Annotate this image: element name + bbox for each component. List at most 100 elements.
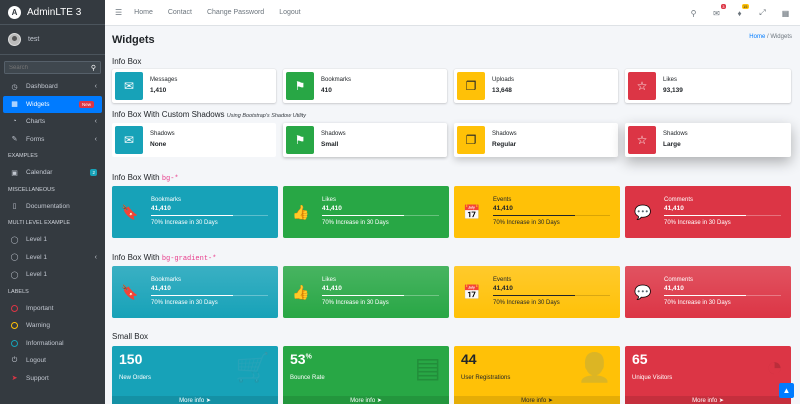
small-box: 53% Bounce Rate ▤ More info ➤ <box>283 346 449 404</box>
circle-info-icon <box>11 339 18 347</box>
back-to-top-button[interactable]: ▲ <box>779 383 794 398</box>
info-box-value: 41,410 <box>664 204 684 212</box>
sidebar-search: ⚲ <box>4 61 101 74</box>
sidebar-item-informational[interactable]: Informational <box>0 335 105 353</box>
sidebar-item-level1[interactable]: ◯ Level 1 ‹ <box>0 249 105 267</box>
expand-icon[interactable]: ⤢ <box>758 8 767 18</box>
section-note: Using Bootstrap's Shadow Utility <box>226 113 307 119</box>
sidebar-item-forms[interactable]: ✎ Forms ‹ <box>0 131 105 149</box>
more-info-link[interactable]: More info ➤ <box>454 396 620 404</box>
comments-icon: 💬 <box>634 283 652 300</box>
small-box-number: 53% <box>290 351 312 367</box>
chevron-left-icon: ‹ <box>94 118 97 126</box>
info-box-value: 410 <box>321 86 332 94</box>
sidebar-item-level1[interactable]: ◯ Level 1 <box>0 231 105 249</box>
info-box: ⚑ Bookmarks 410 <box>283 69 447 103</box>
top-navbar: ☰ Home Contact Change Password Logout ⚲ … <box>105 0 800 26</box>
progress-description: 70% Increase in 30 Days <box>151 220 218 227</box>
nav-link-home[interactable]: Home <box>134 9 153 16</box>
info-box-value: 41,410 <box>493 284 513 292</box>
nav-link-logout[interactable]: Logout <box>279 9 300 16</box>
content-wrapper: Widgets Home / Widgets Info Box ✉ Message… <box>105 26 800 404</box>
user-plus-icon: 👤 <box>577 352 612 383</box>
bg-info-box: 🔖 Bookmarks 41,410 70% Increase in 30 Days <box>112 186 278 238</box>
info-box-label: Comments <box>664 196 694 203</box>
bg-info-box: 📅 Events 41,410 70% Increase in 30 Days <box>454 186 620 238</box>
small-box-label: Unique Visitors <box>632 375 673 381</box>
breadcrumb-home[interactable]: Home <box>749 34 765 40</box>
nav-header-misc: MISCELLANEOUS <box>8 186 55 193</box>
info-box: ✉ Shadows None <box>112 123 276 157</box>
section-title: Info Box With Custom Shadows Using Boots… <box>112 110 306 119</box>
calendar-icon: 📅 <box>463 203 481 220</box>
nav-link-contact[interactable]: Contact <box>168 9 192 16</box>
sidebar-item-label: Documentation <box>26 202 70 210</box>
thumbs-up-icon: 👍 <box>292 203 310 220</box>
sidebar-item-label: Logout <box>26 357 46 365</box>
sidebar-item-label: Dashboard <box>26 83 58 91</box>
grid-icon[interactable]: ▦ <box>781 9 790 18</box>
sidebar-item-charts[interactable]: ◔ Charts ‹ <box>0 113 105 131</box>
search-icon[interactable]: ⚲ <box>689 9 698 18</box>
info-box-label: Events <box>493 276 512 283</box>
section-title: Info Box <box>112 57 142 66</box>
star-icon: ☆ <box>628 72 656 100</box>
progress-bar <box>151 214 268 217</box>
brand-name: AdminLTE 3 <box>27 6 82 18</box>
info-box-value: 41,410 <box>322 284 342 292</box>
thumbs-up-icon: 👍 <box>292 283 310 300</box>
sidebar-item-documentation[interactable]: ▯ Documentation <box>0 198 105 216</box>
envelope-icon: ✉ <box>115 72 143 100</box>
section-code: bg-gradient-* <box>161 255 217 263</box>
circle-icon: ◯ <box>10 271 19 279</box>
small-box-label: Bounce Rate <box>290 375 325 381</box>
sidebar-item-important[interactable]: Important <box>0 300 105 318</box>
comments-icon[interactable]: ✉ 3 <box>712 3 726 18</box>
breadcrumb-current: Widgets <box>770 34 792 40</box>
sidebar-item-warning[interactable]: Warning <box>0 317 105 335</box>
nav-link-change-password[interactable]: Change Password <box>207 9 264 16</box>
shopping-cart-icon: 🛒 <box>235 352 270 383</box>
more-info-link[interactable]: More info ➤ <box>112 396 278 404</box>
sidebar-item-dashboard[interactable]: ◷ Dashboard ‹ <box>0 78 105 96</box>
more-info-link[interactable]: More info ➤ <box>625 396 791 404</box>
search-button[interactable]: ⚲ <box>87 61 101 74</box>
info-box-label: Likes <box>663 76 678 83</box>
notifications-badge: 15 <box>741 3 749 9</box>
info-box-value: None <box>150 140 167 148</box>
breadcrumb: Home / Widgets <box>749 34 792 40</box>
progress-description: 70% Increase in 30 Days <box>322 300 389 307</box>
search-input[interactable] <box>4 61 87 74</box>
sidebar-item-level1[interactable]: ◯ Level 1 <box>0 266 105 284</box>
info-box-value: 41,410 <box>151 284 171 292</box>
small-box: 150 New Orders 🛒 More info ➤ <box>112 346 278 404</box>
bell-icon[interactable]: ♦ 15 <box>735 3 749 18</box>
sidebar-item-calendar[interactable]: ▣ Calendar 2 <box>0 164 105 182</box>
section-code: bg-* <box>161 175 179 183</box>
sidebar-item-label: Level 1 <box>26 253 47 261</box>
circle-warning-icon <box>11 322 18 330</box>
more-info-link[interactable]: More info ➤ <box>283 396 449 404</box>
user-panel[interactable]: test <box>0 25 105 55</box>
info-box-value: Regular <box>492 140 517 148</box>
menu-toggle-icon[interactable]: ☰ <box>115 8 122 17</box>
progress-bar <box>322 294 439 297</box>
sidebar-item-support[interactable]: ➤ Support <box>0 370 105 388</box>
info-box: ☆ Shadows Large <box>625 123 791 157</box>
info-box-label: Bookmarks <box>151 276 182 283</box>
section-title: Small Box <box>112 332 149 341</box>
small-box: 65 Unique Visitors ◔ More info ➤ <box>625 346 791 404</box>
sidebar-item-label: Charts <box>26 118 46 126</box>
sidebar-item-label: Level 1 <box>26 271 47 279</box>
info-box-value: Small <box>321 140 339 148</box>
nav-header-labels: LABELS <box>8 288 29 295</box>
sidebar-item-widgets[interactable]: ▦ Widgets New <box>3 95 102 113</box>
power-icon: ⏻ <box>11 356 18 364</box>
brand-link[interactable]: A AdminLTE 3 <box>0 0 105 25</box>
calendar-badge: 2 <box>90 169 97 177</box>
gradient-info-box: 👍 Likes 41,410 70% Increase in 30 Days <box>283 266 449 318</box>
progress-bar <box>493 294 610 297</box>
sidebar-item-logout[interactable]: ⏻ Logout <box>0 352 105 370</box>
calendar-icon: 📅 <box>463 283 481 300</box>
info-box-label: Shadows <box>492 130 517 137</box>
